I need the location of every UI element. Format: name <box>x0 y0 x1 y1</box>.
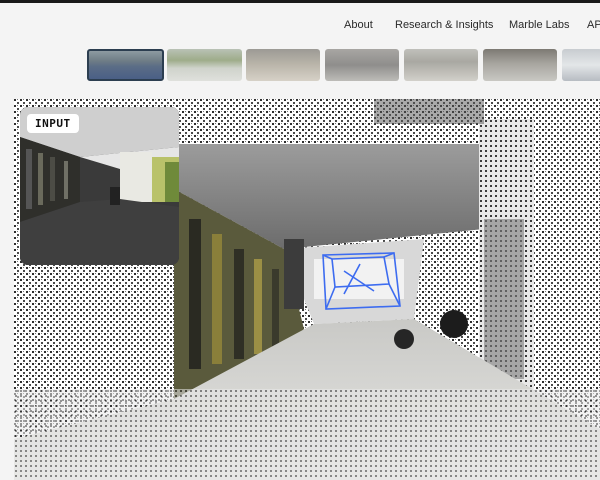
scene-thumbnail[interactable] <box>167 49 242 81</box>
scene-thumbnail[interactable] <box>404 49 478 81</box>
scene-thumbnail-strip <box>0 49 600 81</box>
nav-link-about[interactable]: About <box>344 19 373 31</box>
nav-link-marble-labs[interactable]: Marble Labs <box>509 19 570 31</box>
top-bar <box>0 0 600 3</box>
main-nav: About Research & Insights Marble Labs AP <box>0 19 600 35</box>
scene-thumbnail-selected[interactable] <box>87 49 164 81</box>
scene-thumbnail[interactable] <box>562 49 600 81</box>
scene-thumbnail[interactable] <box>246 49 320 81</box>
scene-thumbnail[interactable] <box>325 49 399 81</box>
scene-thumbnail[interactable] <box>483 49 557 81</box>
input-badge: INPUT <box>27 114 79 133</box>
nav-link-api[interactable]: AP <box>587 19 600 31</box>
nav-link-research-insights[interactable]: Research & Insights <box>395 19 493 31</box>
